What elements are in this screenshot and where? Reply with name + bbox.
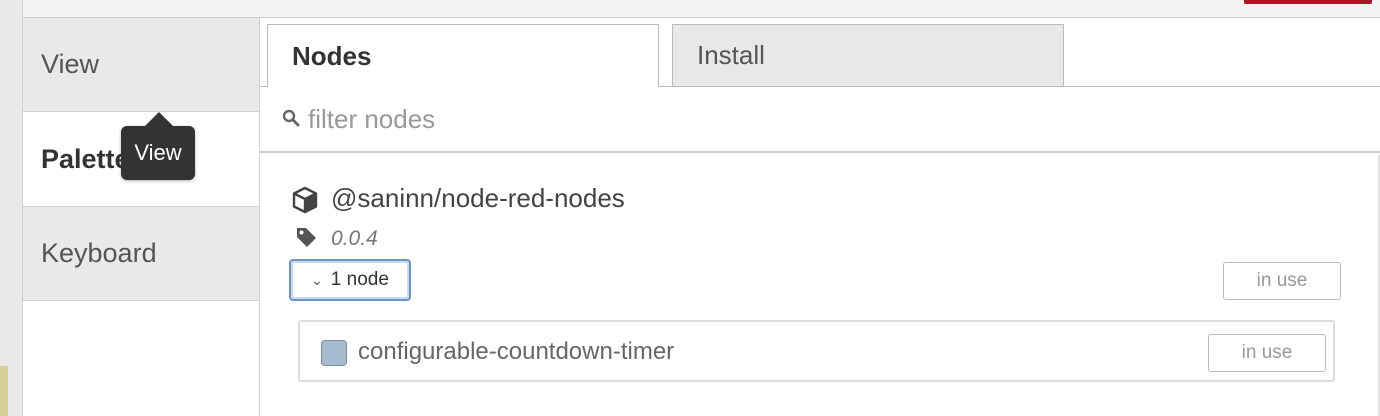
node-entry: configurable-countdown-timer in use [298,320,1335,382]
sidebar-item-view[interactable]: View [23,18,259,112]
sidebar-item-label: Keyboard [41,238,157,268]
palette-panel: Nodes Install @saninn/node-red-nodes 0.0… [260,18,1380,416]
package-in-use-button[interactable]: in use [1223,262,1341,300]
search-icon [282,109,300,127]
node-color-swatch [321,340,347,366]
tab-label: Nodes [292,40,372,71]
deploy-button[interactable] [1244,0,1372,4]
package-icon [292,186,318,214]
workspace-edge [0,0,23,416]
package-version: 0.0.4 [331,227,378,250]
node-module-list: @saninn/node-red-nodes 0.0.4 ⌄ 1 node in… [260,155,1380,416]
sidebar-item-keyboard[interactable]: Keyboard [23,206,259,301]
tooltip-arrow [145,112,173,126]
node-name: configurable-countdown-timer [358,338,675,365]
expand-label: 1 node [330,269,389,290]
workspace-edge-swatch [0,366,8,416]
tab-bar: Nodes Install [260,18,1380,87]
node-in-use-button[interactable]: in use [1208,334,1326,372]
settings-sidebar: View Palette Keyboard [23,18,260,416]
package-name: @saninn/node-red-nodes [331,183,625,213]
filter-bar [260,87,1380,153]
filter-nodes-input[interactable] [308,101,1208,137]
sidebar-item-label: View [41,49,100,79]
sidebar-item-label: Palette [41,143,130,174]
tag-icon [297,228,316,247]
tab-nodes[interactable]: Nodes [267,24,659,87]
tooltip: View [121,126,195,180]
top-bar [23,0,1380,18]
tab-label: Install [697,40,765,70]
tab-install[interactable]: Install [672,24,1064,86]
chevron-down-icon: ⌄ [311,271,323,288]
expand-nodes-button[interactable]: ⌄ 1 node [289,259,411,301]
